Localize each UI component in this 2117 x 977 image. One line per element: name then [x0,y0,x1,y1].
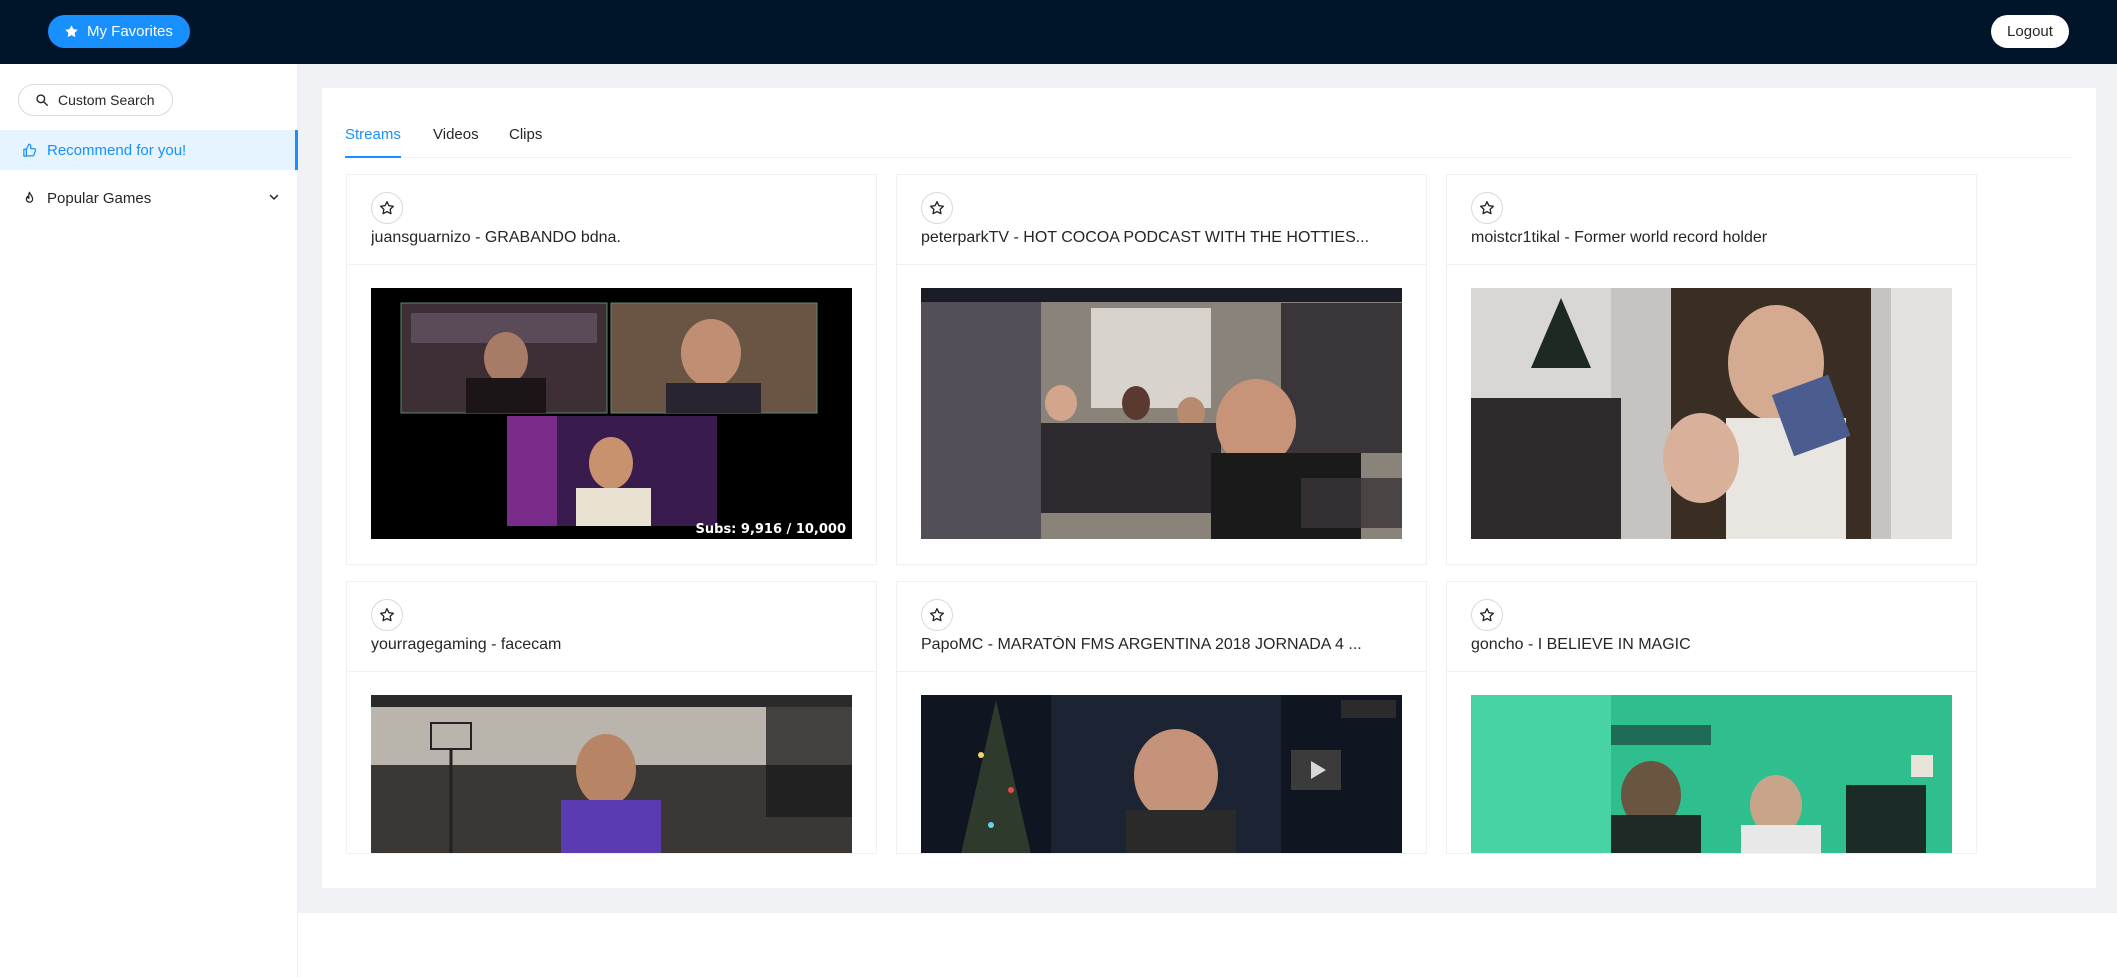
stream-title[interactable]: PapoMC - MARATÓN FMS ARGENTINA 2018 JORN… [921,636,1411,654]
stream-thumbnail[interactable] [1471,288,1952,539]
star-outline-icon [1480,608,1494,622]
favorite-star-button[interactable] [371,599,403,631]
thumbnail-image [921,695,1402,853]
thumbnail-image [371,695,852,853]
stream-card: yourragegaming - facecam [346,581,877,854]
stream-title[interactable]: juansguarnizo - GRABANDO bdna. [371,229,861,247]
sidebar-item-popular-games[interactable]: Popular Games [0,178,298,218]
card-header: moistcr1tikal - Former world record hold… [1447,175,1976,265]
tab-streams[interactable]: Streams [345,126,401,143]
fire-icon [25,191,34,203]
stream-thumbnail[interactable] [1471,695,1952,853]
stream-title[interactable]: peterparkTV - HOT COCOA PODCAST WITH THE… [921,229,1411,247]
stream-card: goncho - I BELIEVE IN MAGIC [1446,581,1977,854]
logout-button[interactable]: Logout [1991,15,2069,48]
card-header: peterparkTV - HOT COCOA PODCAST WITH THE… [897,175,1426,265]
chevron-down-icon[interactable] [268,191,280,203]
card-header: yourragegaming - facecam [347,582,876,672]
star-outline-icon [1480,201,1494,215]
star-outline-icon [930,608,944,622]
thumbnail-image [1471,288,1952,539]
favorite-star-button[interactable] [371,192,403,224]
card-header: juansguarnizo - GRABANDO bdna. [347,175,876,265]
stream-title[interactable]: yourragegaming - facecam [371,636,861,654]
stream-card: moistcr1tikal - Former world record hold… [1446,174,1977,565]
stream-title[interactable]: goncho - I BELIEVE IN MAGIC [1471,636,1961,654]
stream-thumbnail[interactable] [371,695,852,853]
stream-card: PapoMC - MARATÓN FMS ARGENTINA 2018 JORN… [896,581,1427,854]
content-tabs: Streams Videos Clips [345,120,2073,158]
favorite-star-button[interactable] [1471,192,1503,224]
sidebar-item-recommend[interactable]: Recommend for you! [0,130,298,170]
star-icon [65,25,78,38]
card-header: PapoMC - MARATÓN FMS ARGENTINA 2018 JORN… [897,582,1426,672]
thumbs-up-icon [23,143,37,157]
tab-clips[interactable]: Clips [509,126,542,143]
my-favorites-label: My Favorites [87,23,173,40]
custom-search-label: Custom Search [58,92,155,108]
favorite-star-button[interactable] [921,192,953,224]
star-outline-icon [380,201,394,215]
search-icon [36,94,48,106]
sidebar-item-label: Recommend for you! [47,141,187,159]
stream-title[interactable]: moistcr1tikal - Former world record hold… [1471,229,1961,247]
stream-thumbnail[interactable] [921,695,1402,853]
stream-card: peterparkTV - HOT COCOA PODCAST WITH THE… [896,174,1427,565]
star-outline-icon [380,608,394,622]
sidebar: Custom Search Recommend for you! Popular… [0,64,298,977]
subscriber-overlay: Subs: 9,916 / 10,000 [695,522,846,537]
stream-thumbnail[interactable]: Subs: 9,916 / 10,000 [371,288,852,539]
thumbnail-image [371,288,852,539]
stream-thumbnail[interactable] [921,288,1402,539]
star-outline-icon [930,201,944,215]
card-header: goncho - I BELIEVE IN MAGIC [1447,582,1976,672]
stream-card: juansguarnizo - GRABANDO bdna. Subs: 9,9… [346,174,877,565]
favorite-star-button[interactable] [921,599,953,631]
sidebar-item-label: Popular Games [47,189,152,207]
tab-active-indicator [345,156,401,158]
favorite-star-button[interactable] [1471,599,1503,631]
top-header: My Favorites Logout [0,0,2117,64]
custom-search-button[interactable]: Custom Search [18,84,173,116]
thumbnail-image [921,288,1402,539]
thumbnail-image [1471,695,1952,853]
tab-videos[interactable]: Videos [433,126,479,143]
my-favorites-button[interactable]: My Favorites [48,15,190,48]
